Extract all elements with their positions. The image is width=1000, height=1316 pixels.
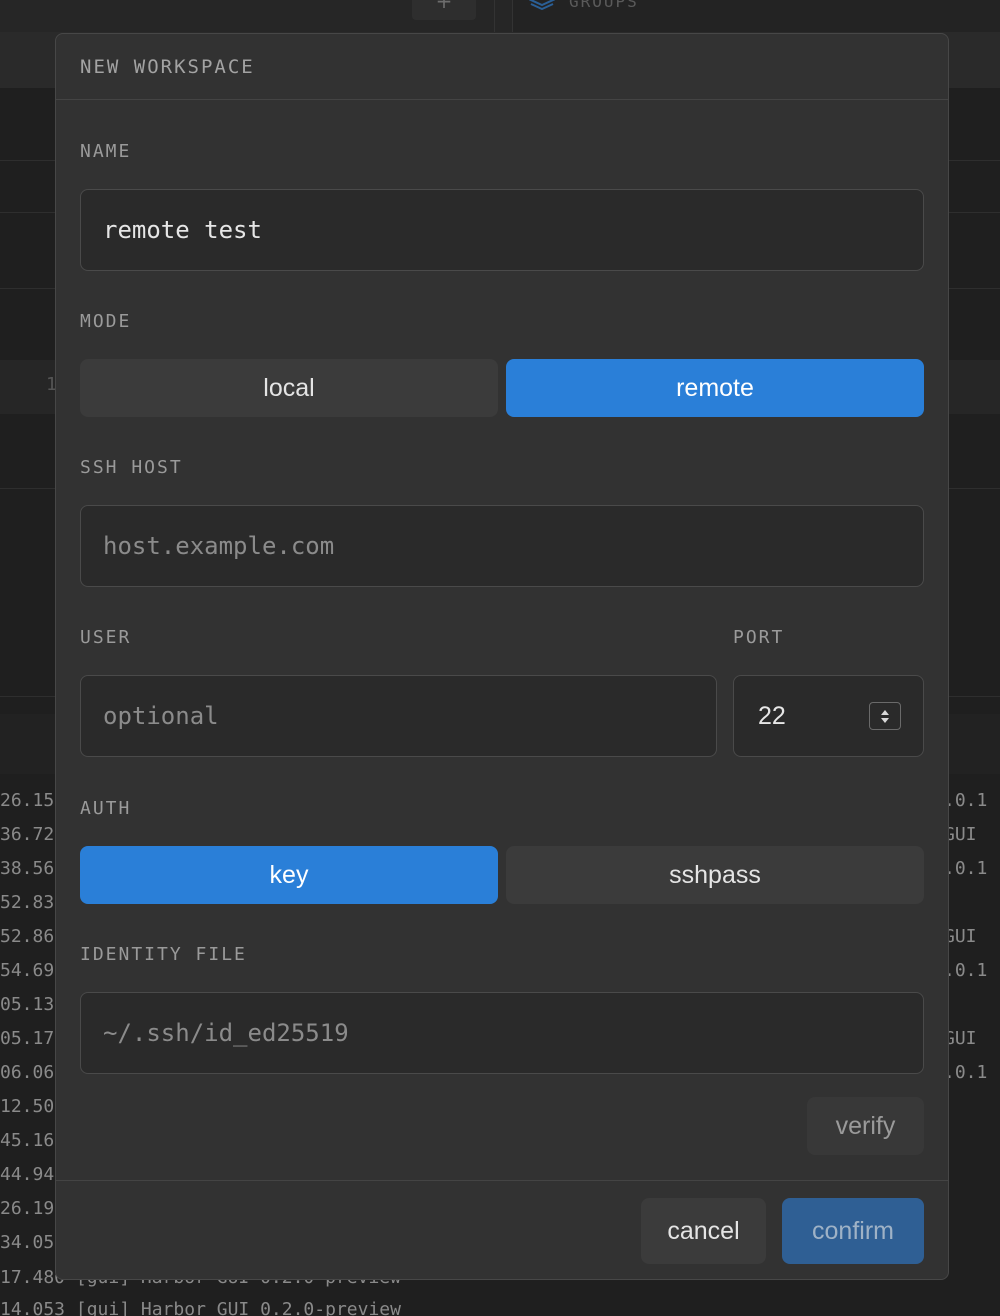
chevron-up-icon[interactable] <box>881 710 889 715</box>
dialog-footer-divider <box>56 1180 948 1181</box>
port-field <box>733 675 924 757</box>
identity-file-label: IDENTITY FILE <box>80 944 247 965</box>
auth-sshpass-button[interactable]: sshpass <box>506 846 924 904</box>
groups-label: GROUPS <box>569 0 639 11</box>
chevron-down-icon[interactable] <box>881 718 889 723</box>
port-label: PORT <box>733 627 785 648</box>
verify-button[interactable]: verify <box>807 1097 924 1155</box>
auth-key-button[interactable]: key <box>80 846 498 904</box>
new-tab-button[interactable]: + <box>412 0 476 20</box>
background-topbar: + GROUPS <box>0 0 1000 32</box>
name-input[interactable] <box>80 189 924 271</box>
user-label: USER <box>80 627 132 648</box>
port-stepper[interactable] <box>869 702 901 730</box>
dialog-header: NEW WORKSPACE <box>56 34 948 100</box>
new-workspace-dialog: NEW WORKSPACE NAME MODE local remote SSH… <box>55 33 949 1280</box>
mode-local-button[interactable]: local <box>80 359 498 417</box>
identity-file-input[interactable] <box>80 992 924 1074</box>
name-label: NAME <box>80 141 132 162</box>
ssh-host-input[interactable] <box>80 505 924 587</box>
layers-icon <box>529 0 555 10</box>
topbar-divider <box>494 0 495 32</box>
mode-remote-button[interactable]: remote <box>506 359 924 417</box>
user-input[interactable] <box>80 675 717 757</box>
groups-panel-header: GROUPS <box>512 0 1000 32</box>
log-line: 14.053 [gui] Harbor GUI 0.2.0-preview <box>0 1299 401 1316</box>
auth-label: AUTH <box>80 798 132 819</box>
cancel-button[interactable]: cancel <box>641 1198 766 1264</box>
ssh-host-label: SSH HOST <box>80 457 183 478</box>
confirm-button[interactable]: confirm <box>782 1198 924 1264</box>
dialog-title: NEW WORKSPACE <box>80 56 255 78</box>
mode-label: MODE <box>80 311 132 332</box>
